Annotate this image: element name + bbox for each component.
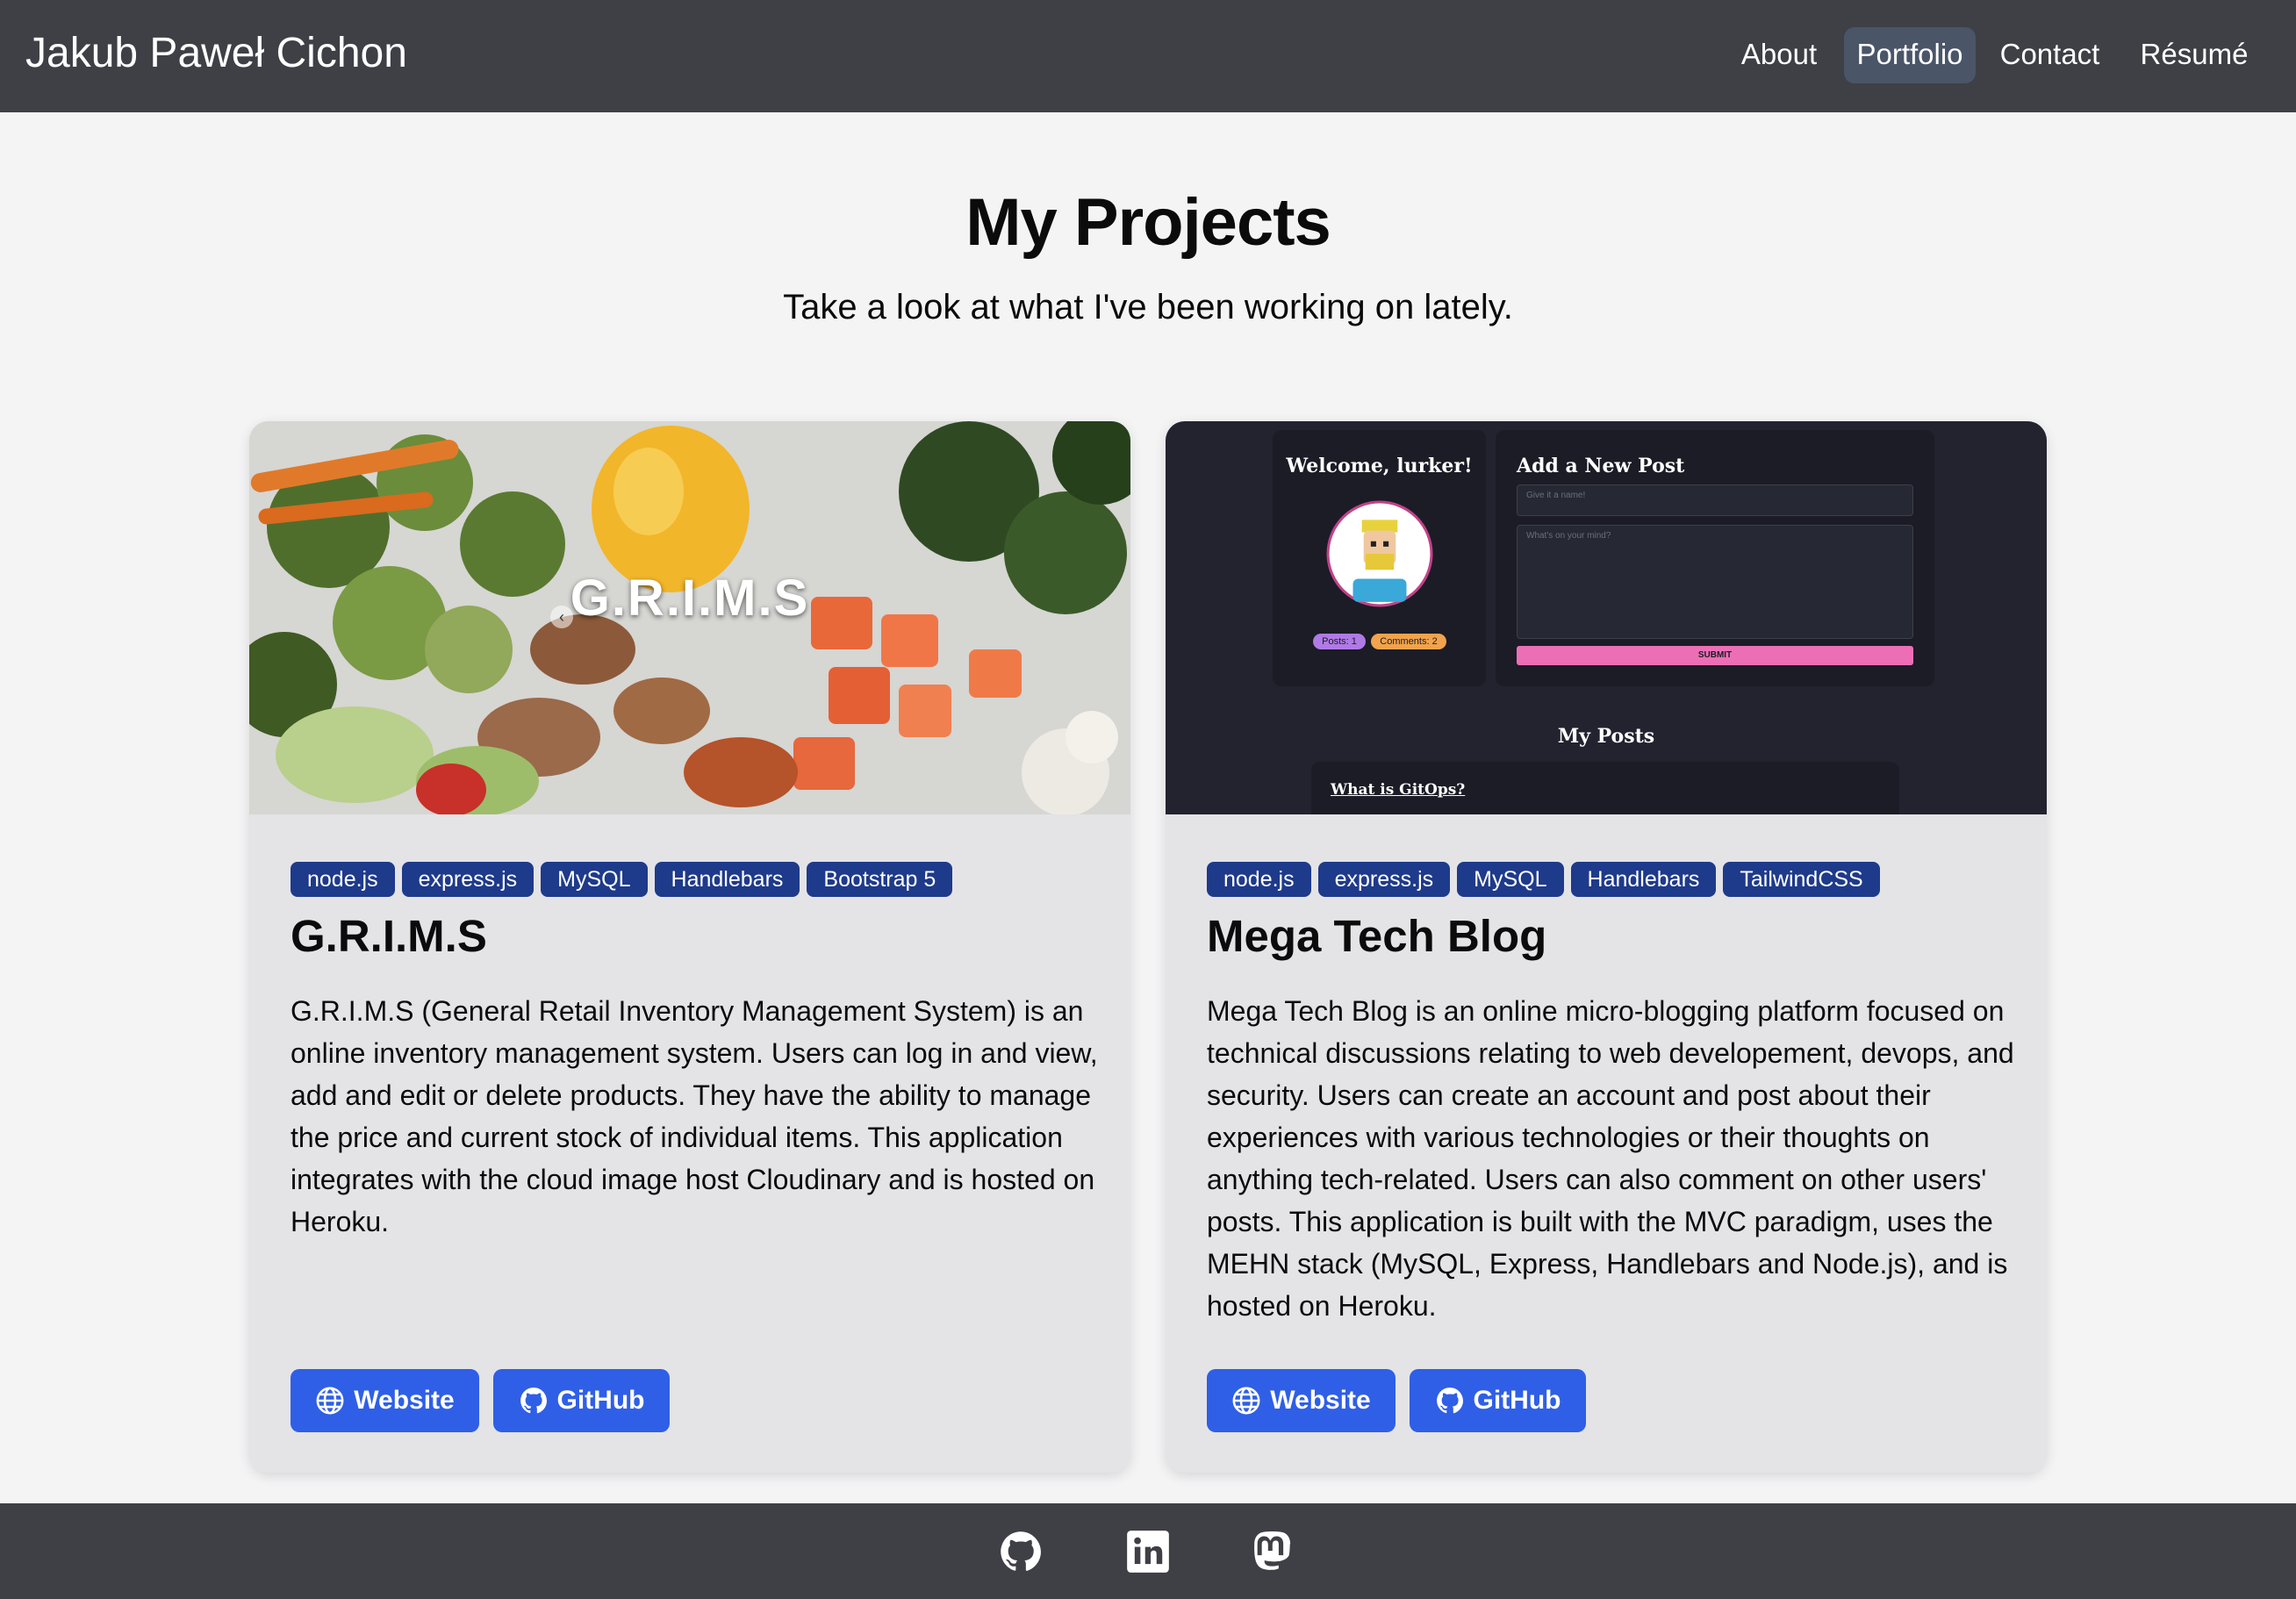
tag: MySQL	[1457, 862, 1564, 897]
tag: Handlebars	[1570, 862, 1717, 897]
globe-icon	[1232, 1387, 1260, 1415]
github-icon[interactable]	[998, 1529, 1044, 1574]
new-post-heading: Add a New Post	[1517, 455, 1685, 477]
project-preview-image[interactable]: Welcome, lurker! Posts: 1 Comments: 2 Ad…	[1166, 421, 2047, 814]
posts-badge: Posts: 1	[1313, 634, 1366, 649]
brand-name[interactable]: Jakub Paweł Cichon	[25, 28, 407, 79]
project-description: G.R.I.M.S (General Retail Inventory Mana…	[291, 995, 1098, 1237]
mastodon-icon[interactable]	[1250, 1529, 1295, 1574]
page-title: My Projects	[965, 185, 1331, 260]
website-button-label: Website	[354, 1386, 455, 1415]
tag: node.js	[291, 862, 395, 897]
tag: node.js	[1207, 862, 1311, 897]
submit-button: SUBMIT	[1517, 646, 1913, 665]
tag: express.js	[401, 862, 535, 897]
website-button[interactable]: Website	[291, 1369, 479, 1432]
new-post-panel: Add a New Post Give it a name! What's on…	[1496, 430, 1934, 686]
github-button[interactable]: GitHub	[493, 1369, 670, 1432]
website-button[interactable]: Website	[1207, 1369, 1396, 1432]
post-title: What is GitOps?	[1331, 781, 1466, 799]
tag: Bootstrap 5	[807, 862, 953, 897]
tag: TailwindCSS	[1723, 862, 1880, 897]
tag: Handlebars	[654, 862, 800, 897]
nav-portfolio[interactable]: Portfolio	[1844, 27, 1976, 83]
avatar	[1326, 500, 1433, 607]
github-icon	[1436, 1387, 1463, 1414]
post-preview: What is GitOps?	[1311, 762, 1899, 814]
nav-resume[interactable]: Résumé	[2127, 27, 2261, 83]
carousel-prev-icon[interactable]: ‹	[550, 606, 573, 628]
github-icon	[520, 1387, 547, 1414]
project-title: Mega Tech Blog	[1207, 911, 1547, 961]
comments-badge: Comments: 2	[1371, 634, 1446, 649]
github-button-label: GitHub	[556, 1386, 645, 1415]
github-button-label: GitHub	[1473, 1386, 1561, 1415]
globe-icon	[316, 1387, 344, 1415]
my-posts-heading: My Posts	[1557, 725, 1655, 748]
top-navbar: Jakub Paweł Cichon About Portfolio Conta…	[0, 0, 2296, 112]
github-button[interactable]: GitHub	[1410, 1369, 1586, 1432]
welcome-text: Welcome, lurker!	[1286, 455, 1473, 477]
post-body-field: What's on your mind?	[1517, 525, 1913, 639]
project-carousel[interactable]: G.R.I.M.S ‹ ›	[249, 421, 1130, 814]
page-subtitle: Take a look at what I've been working on…	[783, 288, 1513, 326]
post-name-field: Give it a name!	[1517, 484, 1913, 516]
project-card-mega-tech-blog: Welcome, lurker! Posts: 1 Comments: 2 Ad…	[1166, 421, 2047, 1473]
nav-contact[interactable]: Contact	[1991, 27, 2109, 83]
nav-about[interactable]: About	[1731, 27, 1827, 83]
linkedin-icon[interactable]	[1125, 1529, 1171, 1574]
tech-tags: node.js express.js MySQL Handlebars Tail…	[1207, 862, 1880, 897]
project-description: Mega Tech Blog is an online micro-bloggi…	[1207, 995, 2014, 1322]
tag: MySQL	[541, 862, 648, 897]
tech-tags: node.js express.js MySQL Handlebars Boot…	[291, 862, 953, 897]
website-button-label: Website	[1270, 1386, 1371, 1415]
profile-panel: Welcome, lurker! Posts: 1 Comments: 2	[1273, 430, 1486, 686]
project-card-grims: G.R.I.M.S ‹ › node.js express.js MySQL H…	[249, 421, 1130, 1473]
carousel-caption: G.R.I.M.S	[570, 570, 810, 627]
project-title: G.R.I.M.S	[291, 911, 487, 961]
tag: express.js	[1317, 862, 1451, 897]
